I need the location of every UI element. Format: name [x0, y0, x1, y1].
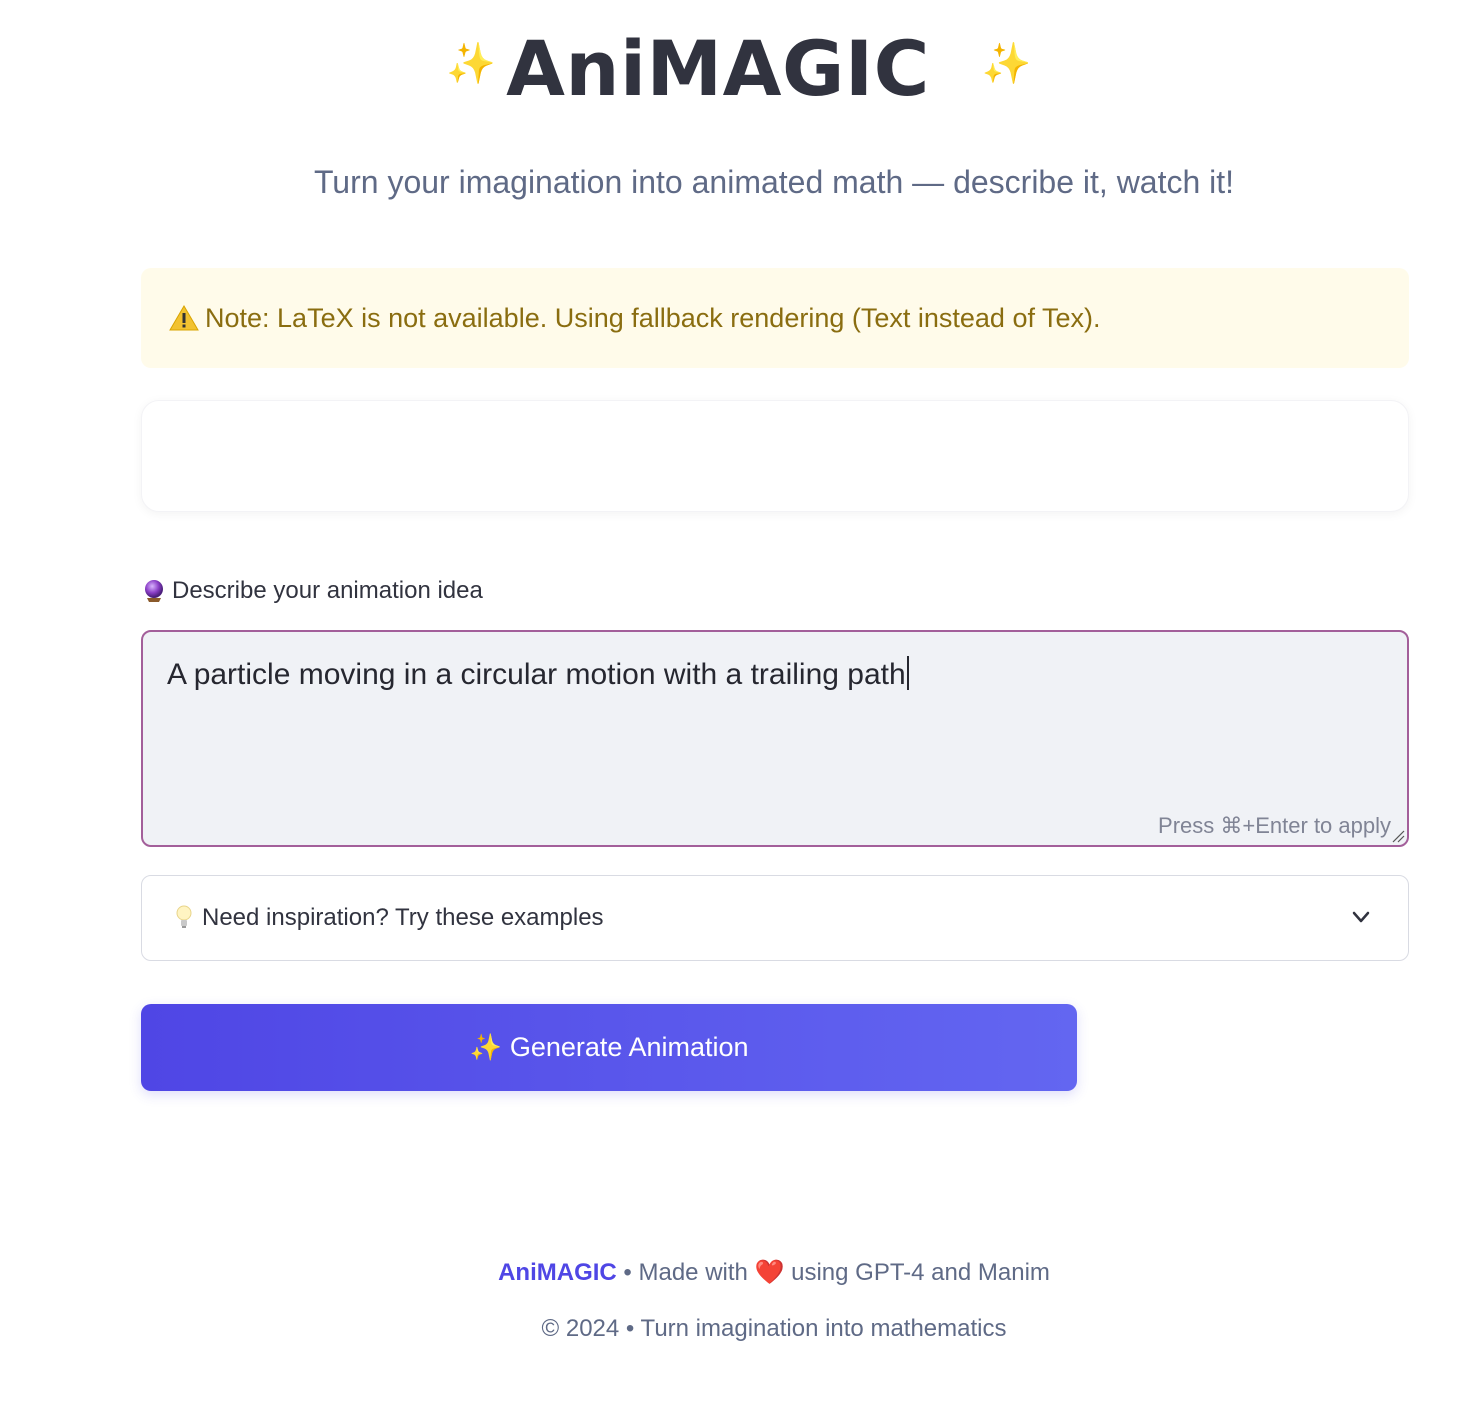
- sparkles-icon: ✨: [981, 41, 1032, 87]
- textarea-value[interactable]: A particle moving in a circular motion w…: [167, 656, 909, 692]
- footer-made-with: • Made with: [616, 1259, 755, 1286]
- chevron-down-icon[interactable]: [1350, 906, 1372, 928]
- generate-animation-button[interactable]: ✨ Generate Animation: [141, 1004, 1077, 1091]
- page-header: ✨ AniMAGIC ✨: [0, 18, 1478, 118]
- footer-credits: AniMAGIC • Made with ❤️ using GPT-4 and …: [0, 1258, 1478, 1287]
- prompt-label-text: Describe your animation idea: [172, 577, 483, 604]
- footer-brand: AniMAGIC: [498, 1259, 617, 1286]
- lightbulb-icon: [176, 905, 192, 931]
- page-subtitle: Turn your imagination into animated math…: [313, 164, 1235, 200]
- apply-hint: Press ⌘+Enter to apply: [1158, 813, 1391, 838]
- sparkles-icon: ✨: [446, 41, 497, 87]
- sparkles-icon: ✨: [469, 1032, 502, 1063]
- warning-icon: [169, 304, 199, 332]
- crystal-ball-icon: [143, 579, 165, 603]
- generate-button-label: Generate Animation: [509, 1032, 749, 1062]
- latex-warning-banner: Note: LaTeX is not available. Using fall…: [141, 268, 1409, 368]
- footer-copyright: © 2024 • Turn imagination into mathemati…: [541, 1315, 1007, 1342]
- heart-icon: ❤️: [754, 1258, 785, 1286]
- app-title: AniMAGIC: [506, 23, 930, 113]
- footer-tools: using GPT-4 and Manim: [784, 1259, 1050, 1286]
- examples-expander-label: Need inspiration? Try these examples: [202, 904, 604, 931]
- warning-text: Note: LaTeX is not available. Using fall…: [205, 302, 1101, 333]
- text-caret: [906, 656, 909, 690]
- prompt-label: Describe your animation idea: [143, 577, 483, 605]
- animation-idea-textarea[interactable]: A particle moving in a circular motion w…: [141, 630, 1409, 847]
- resize-handle-icon[interactable]: [1391, 829, 1405, 843]
- output-card: [141, 400, 1409, 512]
- examples-expander[interactable]: Need inspiration? Try these examples: [141, 875, 1409, 961]
